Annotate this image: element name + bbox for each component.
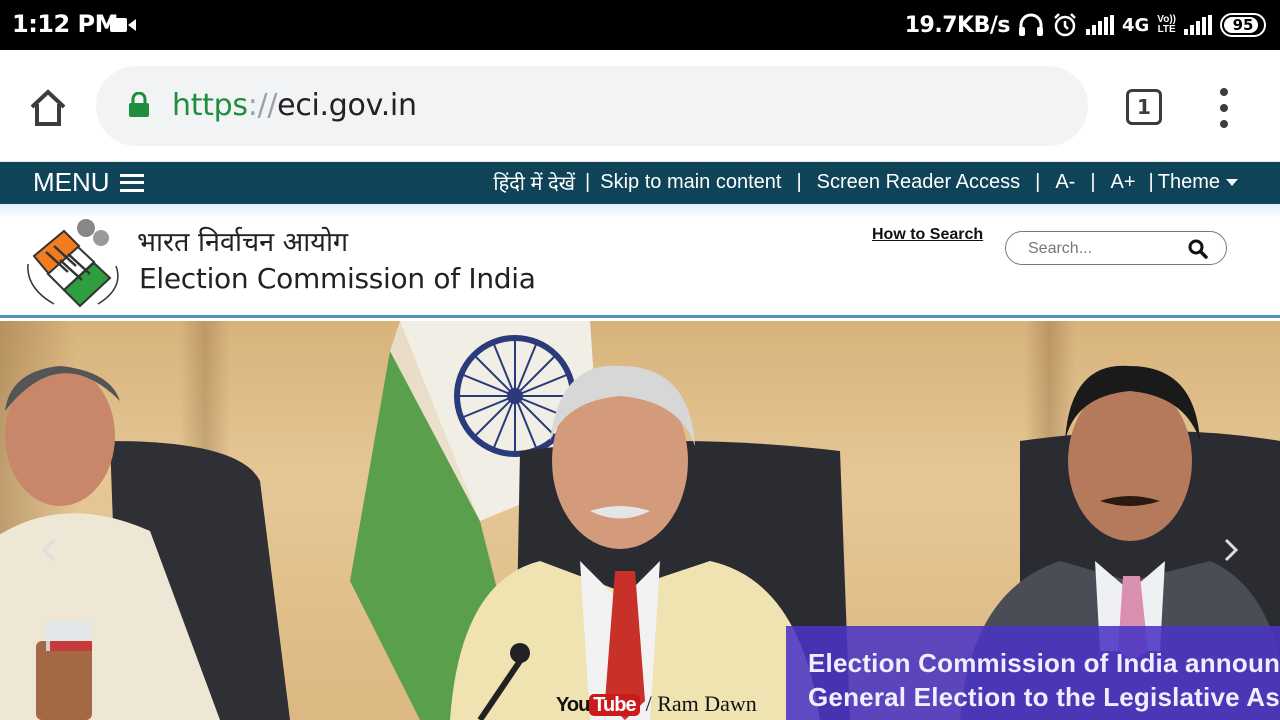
tab-switcher-button[interactable]: 1 (1126, 89, 1162, 125)
home-icon[interactable] (26, 86, 70, 130)
network-type: 4G (1121, 14, 1150, 36)
signal-icon-2 (1184, 15, 1212, 35)
caret-down-icon (1226, 179, 1238, 187)
more-options-icon[interactable] (1210, 88, 1238, 128)
menu-button[interactable]: MENU (33, 167, 144, 198)
video-camera-icon (110, 18, 136, 32)
carousel-prev-icon[interactable] (38, 536, 62, 564)
announcement-line-1: Election Commission of India announc (808, 648, 1280, 678)
search-input[interactable] (1028, 238, 1178, 260)
hamburger-icon (119, 173, 144, 192)
status-time: 1:12 PM (12, 10, 119, 38)
network-speed: 19.7KB/s (904, 12, 1011, 38)
battery-icon: 95 (1220, 13, 1266, 37)
eci-logo[interactable] (24, 216, 126, 308)
status-bar: 1:12 PM 19.7KB/s 4G Vo)) LTE 95 (0, 0, 1280, 50)
announcement-line-2: General Election to the Legislative Ass (808, 682, 1280, 712)
person-left (0, 366, 290, 720)
lock-icon[interactable] (128, 92, 150, 118)
site-nav-bar: MENU हिंदी में देखें | Skip to main cont… (0, 162, 1280, 204)
announcement-caption[interactable]: Election Commission of India announc Gen… (786, 626, 1280, 720)
hero-banner: Election Commission of India announc Gen… (0, 321, 1280, 720)
org-name-english: Election Commission of India (139, 262, 536, 295)
site-header: भारत निर्वाचन आयोग Election Commission o… (0, 204, 1280, 318)
address-bar[interactable]: https://eci.gov.in (96, 66, 1088, 146)
url-text[interactable]: https://eci.gov.in (172, 88, 417, 123)
volte-indicator: Vo)) LTE (1157, 14, 1176, 35)
accessibility-links: हिंदी में देखें | Skip to main content |… (493, 169, 1238, 196)
signal-icon (1085, 15, 1114, 35)
youtube-watermark: You Tube / Ram Dawn (556, 691, 757, 716)
screen-reader-link[interactable]: Screen Reader Access (817, 171, 1020, 194)
theme-dropdown[interactable]: Theme (1158, 171, 1238, 194)
font-increase-link[interactable]: A+ (1111, 171, 1136, 194)
how-to-search-link[interactable]: How to Search (872, 226, 983, 244)
search-icon[interactable] (1188, 239, 1208, 259)
browser-toolbar: https://eci.gov.in 1 (0, 50, 1280, 162)
org-name-hindi: भारत निर्वाचन आयोग (137, 227, 349, 258)
channel-name: / Ram Dawn (645, 691, 757, 716)
alarm-icon (1054, 13, 1076, 37)
hindi-link[interactable]: हिंदी में देखें (493, 169, 575, 196)
search-box (1005, 231, 1227, 265)
skip-to-content-link[interactable]: Skip to main content (600, 171, 781, 194)
carousel-next-icon[interactable] (1218, 536, 1242, 564)
font-decrease-link[interactable]: A- (1055, 171, 1075, 194)
battery-level: 95 (1232, 16, 1254, 34)
headphones-icon (1018, 13, 1043, 36)
